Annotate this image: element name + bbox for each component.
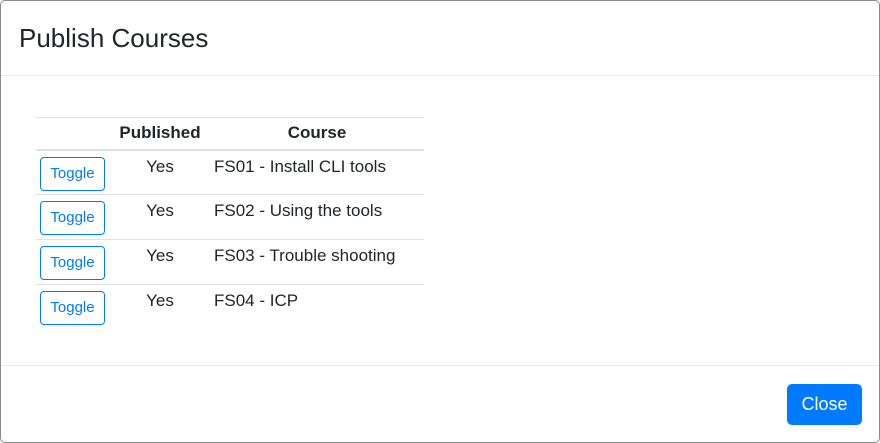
header-course: Course (210, 117, 424, 151)
header-published: Published (110, 117, 210, 151)
table-row: Toggle Yes FS04 - ICP (36, 285, 424, 330)
publish-courses-dialog: Publish Courses Published Course Toggle … (0, 0, 880, 443)
courses-table: Published Course Toggle Yes FS01 - Insta… (36, 117, 424, 330)
toggle-cell: Toggle (36, 194, 110, 240)
published-status: Yes (110, 239, 210, 285)
dialog-header: Publish Courses (1, 1, 879, 76)
published-status: Yes (110, 194, 210, 240)
toggle-button[interactable]: Toggle (40, 156, 105, 191)
published-status: Yes (146, 291, 174, 310)
toggle-cell: Toggle (36, 149, 110, 195)
table-row: Toggle Yes FS03 - Trouble shooting (36, 239, 424, 285)
toggle-cell: Toggle (36, 239, 110, 285)
published-status: Yes (110, 149, 210, 195)
table-row: Toggle Yes FS01 - Install CLI tools (36, 149, 424, 195)
close-button[interactable]: Close (787, 384, 862, 425)
toggle-button[interactable]: Toggle (40, 291, 105, 325)
course-name: FS02 - Using the tools (210, 194, 424, 240)
course-name: FS04 - ICP (214, 291, 299, 310)
table-header-row: Published Course (36, 117, 424, 151)
course-name: FS01 - Install CLI tools (210, 149, 424, 195)
toggle-button[interactable]: Toggle (40, 246, 105, 280)
dialog-footer: Close (1, 365, 879, 442)
course-name: FS03 - Trouble shooting (210, 239, 424, 285)
toggle-cell: Toggle (36, 285, 110, 330)
header-toggle (36, 117, 110, 151)
table-row: Toggle Yes FS02 - Using the tools (36, 194, 424, 240)
dialog-body: Published Course Toggle Yes FS01 - Insta… (1, 76, 879, 365)
toggle-button[interactable]: Toggle (40, 201, 105, 235)
dialog-title: Publish Courses (19, 23, 209, 53)
